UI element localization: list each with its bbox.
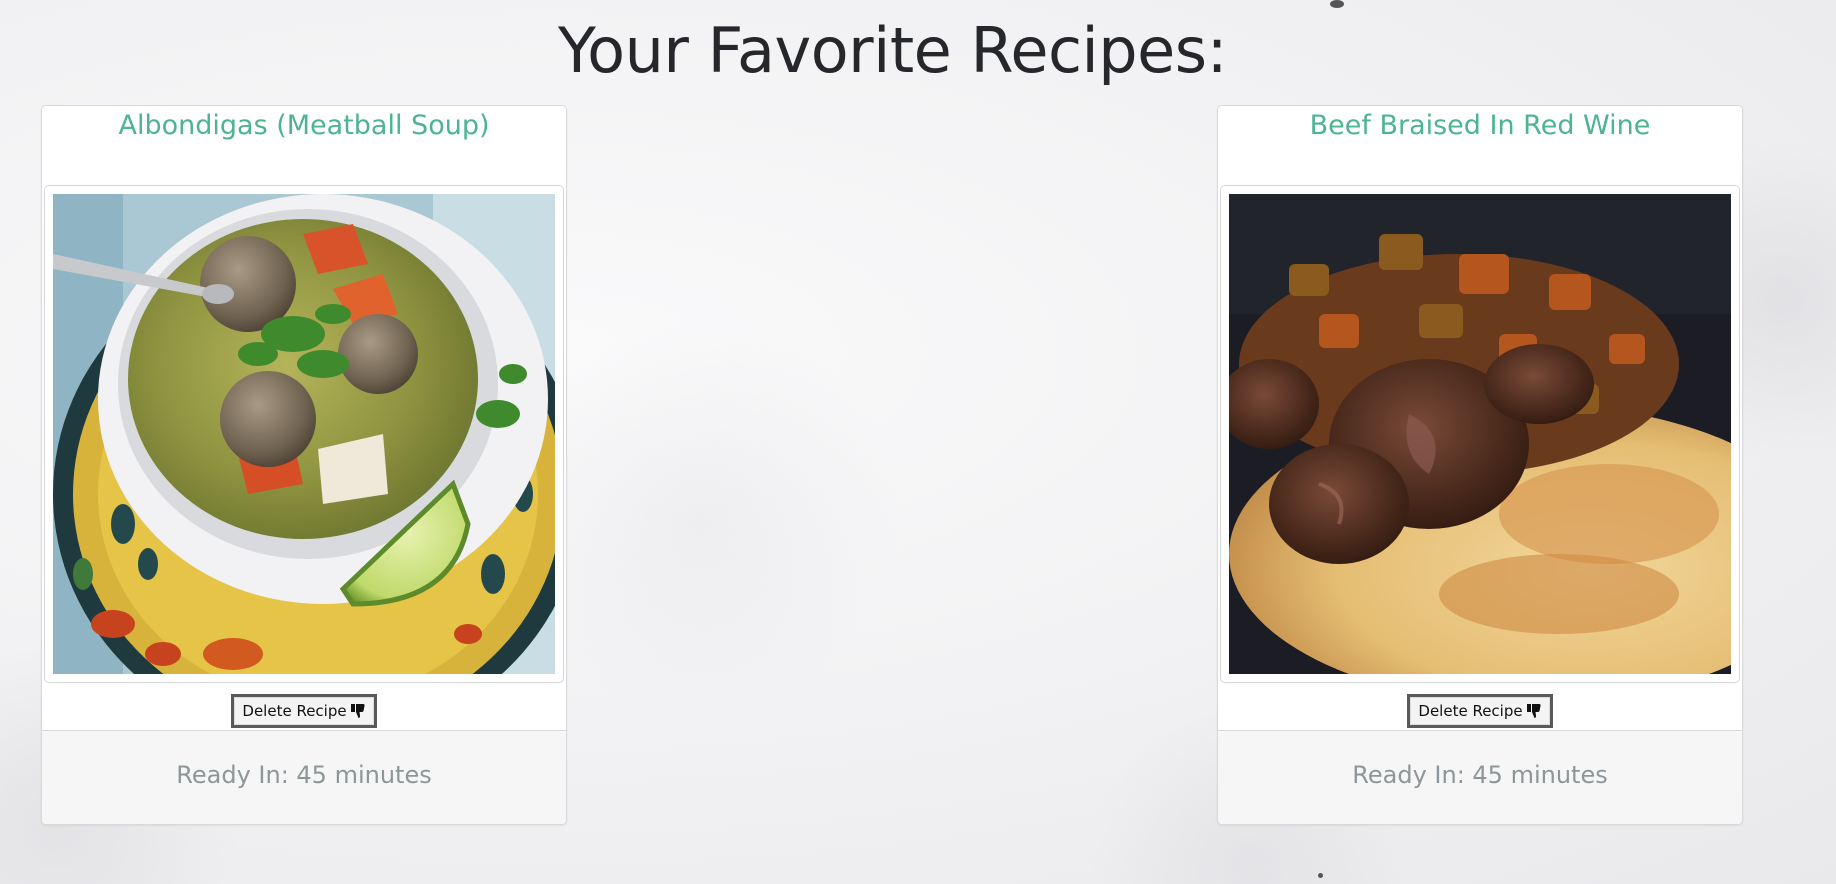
recipe-image-frame	[1220, 185, 1740, 683]
delete-recipe-button[interactable]: Delete Recipe	[231, 694, 377, 728]
recipe-image[interactable]	[53, 194, 555, 674]
recipe-title[interactable]: Albondigas (Meatball Soup)	[42, 110, 566, 141]
delete-recipe-label: Delete Recipe	[242, 702, 347, 720]
background-speck	[1330, 0, 1344, 8]
card-footer: Ready In: 45 minutes	[1218, 730, 1742, 824]
ready-in-text: Ready In: 45 minutes	[176, 761, 432, 789]
page-title: Your Favorite Recipes:	[558, 14, 1227, 87]
meatball-soup-image	[53, 194, 555, 674]
thumbs-down-icon	[350, 703, 366, 719]
recipe-image-frame	[44, 185, 564, 683]
recipe-card: Albondigas (Meatball Soup) Delete Recipe…	[41, 105, 567, 825]
braised-beef-image	[1229, 194, 1731, 674]
delete-recipe-button[interactable]: Delete Recipe	[1407, 694, 1553, 728]
card-footer: Ready In: 45 minutes	[42, 730, 566, 824]
ready-in-text: Ready In: 45 minutes	[1352, 761, 1608, 789]
delete-recipe-label: Delete Recipe	[1418, 702, 1523, 720]
recipe-card: Beef Braised In Red Wine Delete Recipe R…	[1217, 105, 1743, 825]
recipe-title[interactable]: Beef Braised In Red Wine	[1218, 110, 1742, 141]
background-speck	[1318, 873, 1323, 878]
thumbs-down-icon	[1526, 703, 1542, 719]
recipe-image[interactable]	[1229, 194, 1731, 674]
